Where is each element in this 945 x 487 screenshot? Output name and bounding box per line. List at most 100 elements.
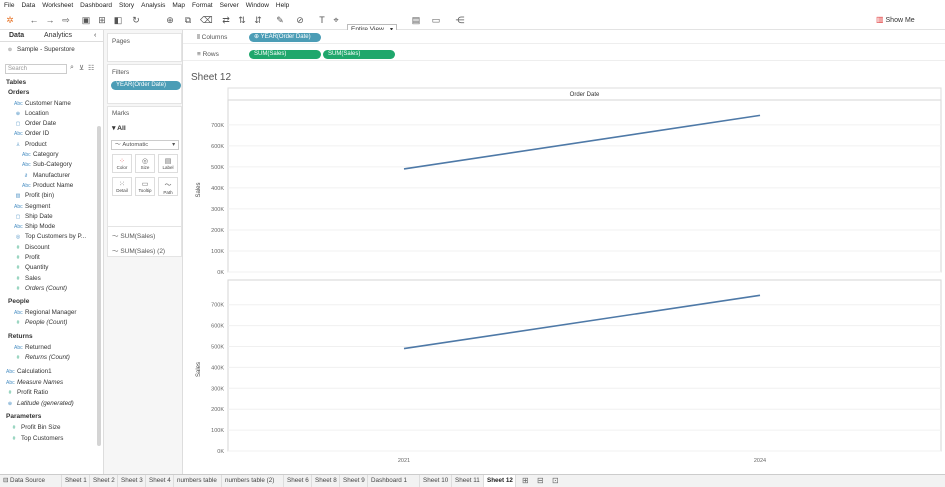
filter-pill-year-order-date[interactable]: YEAR(Order Date) (111, 81, 181, 90)
date-icon: ▢ (15, 213, 21, 220)
sort-desc-icon[interactable]: ⇵ (252, 14, 264, 27)
path-button[interactable]: 〜 Path (158, 177, 178, 196)
menu-help[interactable]: Help (276, 0, 289, 11)
new-dashboard-tab-icon[interactable]: ⊟ (537, 476, 544, 485)
size-button[interactable]: ◎ Size (135, 154, 155, 173)
data-pane-scrollbar[interactable] (97, 126, 101, 446)
sheet-tab-dashboard-1[interactable]: Dashboard 1 (368, 475, 420, 487)
sheet-tab-sheet-10[interactable]: Sheet 10 (420, 475, 452, 487)
menu-window[interactable]: Window (246, 0, 269, 11)
sheet-tab-sheet-8[interactable]: Sheet 8 (312, 475, 340, 487)
marks-card-sum-sales-2[interactable]: 〜 SUM(Sales) (2) (112, 245, 165, 255)
color-button[interactable]: ⁘ Color (112, 154, 132, 173)
search-icon[interactable]: ⌕ (70, 64, 74, 72)
field-customer-name[interactable]: Abc Customer Name (14, 99, 112, 109)
menu-map[interactable]: Map (172, 0, 185, 11)
tab-analytics[interactable]: Analytics (44, 30, 72, 42)
share-icon[interactable]: ⋲ (454, 14, 466, 27)
save-icon[interactable]: ▣ (80, 14, 92, 27)
sheet-tab-sheet-9[interactable]: Sheet 9 (340, 475, 368, 487)
datasource-item[interactable]: ⊚ Sample - Superstore (6, 45, 104, 55)
columns-pill-label: YEAR(Order Date) (260, 34, 311, 40)
sheet-tab-sheet-11[interactable]: Sheet 11 (452, 475, 484, 487)
table-orders[interactable]: Orders (8, 88, 106, 98)
rows-pill-sum-sales-1[interactable]: SUM(Sales) (249, 50, 321, 59)
field-location[interactable]: ⊕ Location (14, 109, 112, 119)
tableau-logo-icon[interactable]: ✲ (4, 14, 16, 27)
tooltip-button[interactable]: ▭ Tooltip (135, 177, 155, 196)
marks-title: Marks (112, 110, 130, 117)
sheet-tab-data-source[interactable]: ⊟ Data Source (0, 475, 62, 487)
sheet-tab-numbers-table-2-[interactable]: numbers table (2) (222, 475, 284, 487)
field-profit-ratio[interactable]: # Profit Ratio (6, 388, 104, 398)
view-options-icon[interactable]: ☷ (88, 64, 94, 72)
highlight-icon[interactable]: ✎ (274, 14, 286, 27)
menu-data[interactable]: Data (21, 0, 35, 11)
field-label: Top Customers by P... (25, 233, 87, 241)
presentation-icon[interactable]: ▭ (430, 14, 442, 27)
rows-pill-sum-sales-2[interactable]: SUM(Sales) (323, 50, 395, 59)
refresh-icon[interactable]: ↻ (130, 14, 142, 27)
duplicate-sheet-icon[interactable]: ⧉ (182, 14, 194, 27)
field-measure-names[interactable]: Abc Measure Names (6, 378, 104, 388)
sheet-tab-sheet-4[interactable]: Sheet 4 (146, 475, 174, 487)
menu-file[interactable]: File (4, 0, 14, 11)
menu-story[interactable]: Story (119, 0, 134, 11)
new-worksheet-tab-icon[interactable]: ⊞ (522, 476, 529, 485)
rows-shelf[interactable]: ≡ Rows SUM(Sales) SUM(Sales) (183, 48, 945, 61)
pages-card[interactable]: Pages (107, 33, 182, 62)
sheet-tab-sheet-6[interactable]: Sheet 6 (284, 475, 312, 487)
marks-card-sum-sales[interactable]: 〜 SUM(Sales) (112, 230, 155, 240)
group-icon[interactable]: ⊘ (294, 14, 306, 27)
tables-header[interactable]: Tables (6, 78, 104, 88)
sheet-tab-sheet-2[interactable]: Sheet 2 (90, 475, 118, 487)
sheet-tab-numbers-table[interactable]: numbers table (174, 475, 222, 487)
undo-icon[interactable]: ← (28, 14, 40, 27)
tab-data[interactable]: Data (9, 30, 24, 42)
field-top-customers[interactable]: # Top Customers (10, 434, 108, 444)
field-label: Latitude (generated) (17, 399, 74, 407)
fix-axes-icon[interactable]: ⌖ (330, 14, 342, 27)
new-worksheet-icon[interactable]: ⊕ (164, 14, 176, 27)
sheet-tab-sheet-1[interactable]: Sheet 1 (62, 475, 90, 487)
filters-card[interactable]: Filters YEAR(Order Date) (107, 64, 182, 104)
table-people[interactable]: People (8, 297, 106, 307)
field-label: Discount (25, 243, 50, 251)
redo-icon[interactable]: → (44, 14, 56, 27)
sort-asc-icon[interactable]: ⇅ (236, 14, 248, 27)
field-profit-bin-size[interactable]: # Profit Bin Size (10, 423, 108, 433)
field-latitude-generated-[interactable]: ⊕ Latitude (generated) (6, 399, 104, 409)
pause-updates-icon[interactable]: ◧ (112, 14, 124, 27)
clear-sheet-icon[interactable]: ⌫ (200, 14, 213, 27)
labels-icon[interactable]: T (316, 14, 328, 27)
new-story-tab-icon[interactable]: ⊡ (552, 476, 559, 485)
sheet-tab-sheet-3[interactable]: Sheet 3 (118, 475, 146, 487)
mark-type-dropdown[interactable]: 〜 Automatic ▾ (111, 140, 179, 150)
menu-server[interactable]: Server (220, 0, 239, 11)
filter-icon[interactable]: ⊻ (79, 64, 84, 72)
marks-all[interactable]: ▾ All (112, 124, 126, 132)
redo-arrow-icon[interactable]: ⇨ (60, 14, 72, 27)
menu-worksheet[interactable]: Worksheet (42, 0, 73, 11)
show-me-button[interactable]: ▥ Show Me (876, 12, 936, 28)
columns-shelf[interactable]: ⦀ Columns ⊕ YEAR(Order Date) (183, 31, 945, 44)
menu-format[interactable]: Format (192, 0, 213, 11)
field-calculation1[interactable]: Abc Calculation1 (6, 367, 104, 377)
field-label: Regional Manager (25, 308, 77, 316)
show-cards-icon[interactable]: ▤ (410, 14, 422, 27)
swap-icon[interactable]: ⇄ (220, 14, 232, 27)
field-label: People (8, 298, 30, 306)
table-returns[interactable]: Returns (8, 332, 106, 342)
collapse-icon[interactable]: ‹ (94, 30, 96, 42)
sheet-tab-sheet-12[interactable]: Sheet 12 (484, 475, 516, 487)
parameters-header[interactable]: Parameters (6, 412, 104, 422)
detail-button[interactable]: ⁙ Detail (112, 177, 132, 196)
new-datasource-icon[interactable]: ⊞ (96, 14, 108, 27)
columns-pill-year-order-date[interactable]: ⊕ YEAR(Order Date) (249, 33, 321, 42)
menu-analysis[interactable]: Analysis (141, 0, 165, 11)
show-me-icon: ▥ (876, 15, 884, 24)
search-input[interactable]: Search (5, 64, 67, 74)
label-button[interactable]: ▤ Label (158, 154, 178, 173)
chart-area[interactable]: Order Date 0K 100K 200K 300K 400K 500K 600K 700K… (183, 66, 945, 474)
menu-dashboard[interactable]: Dashboard (80, 0, 112, 11)
